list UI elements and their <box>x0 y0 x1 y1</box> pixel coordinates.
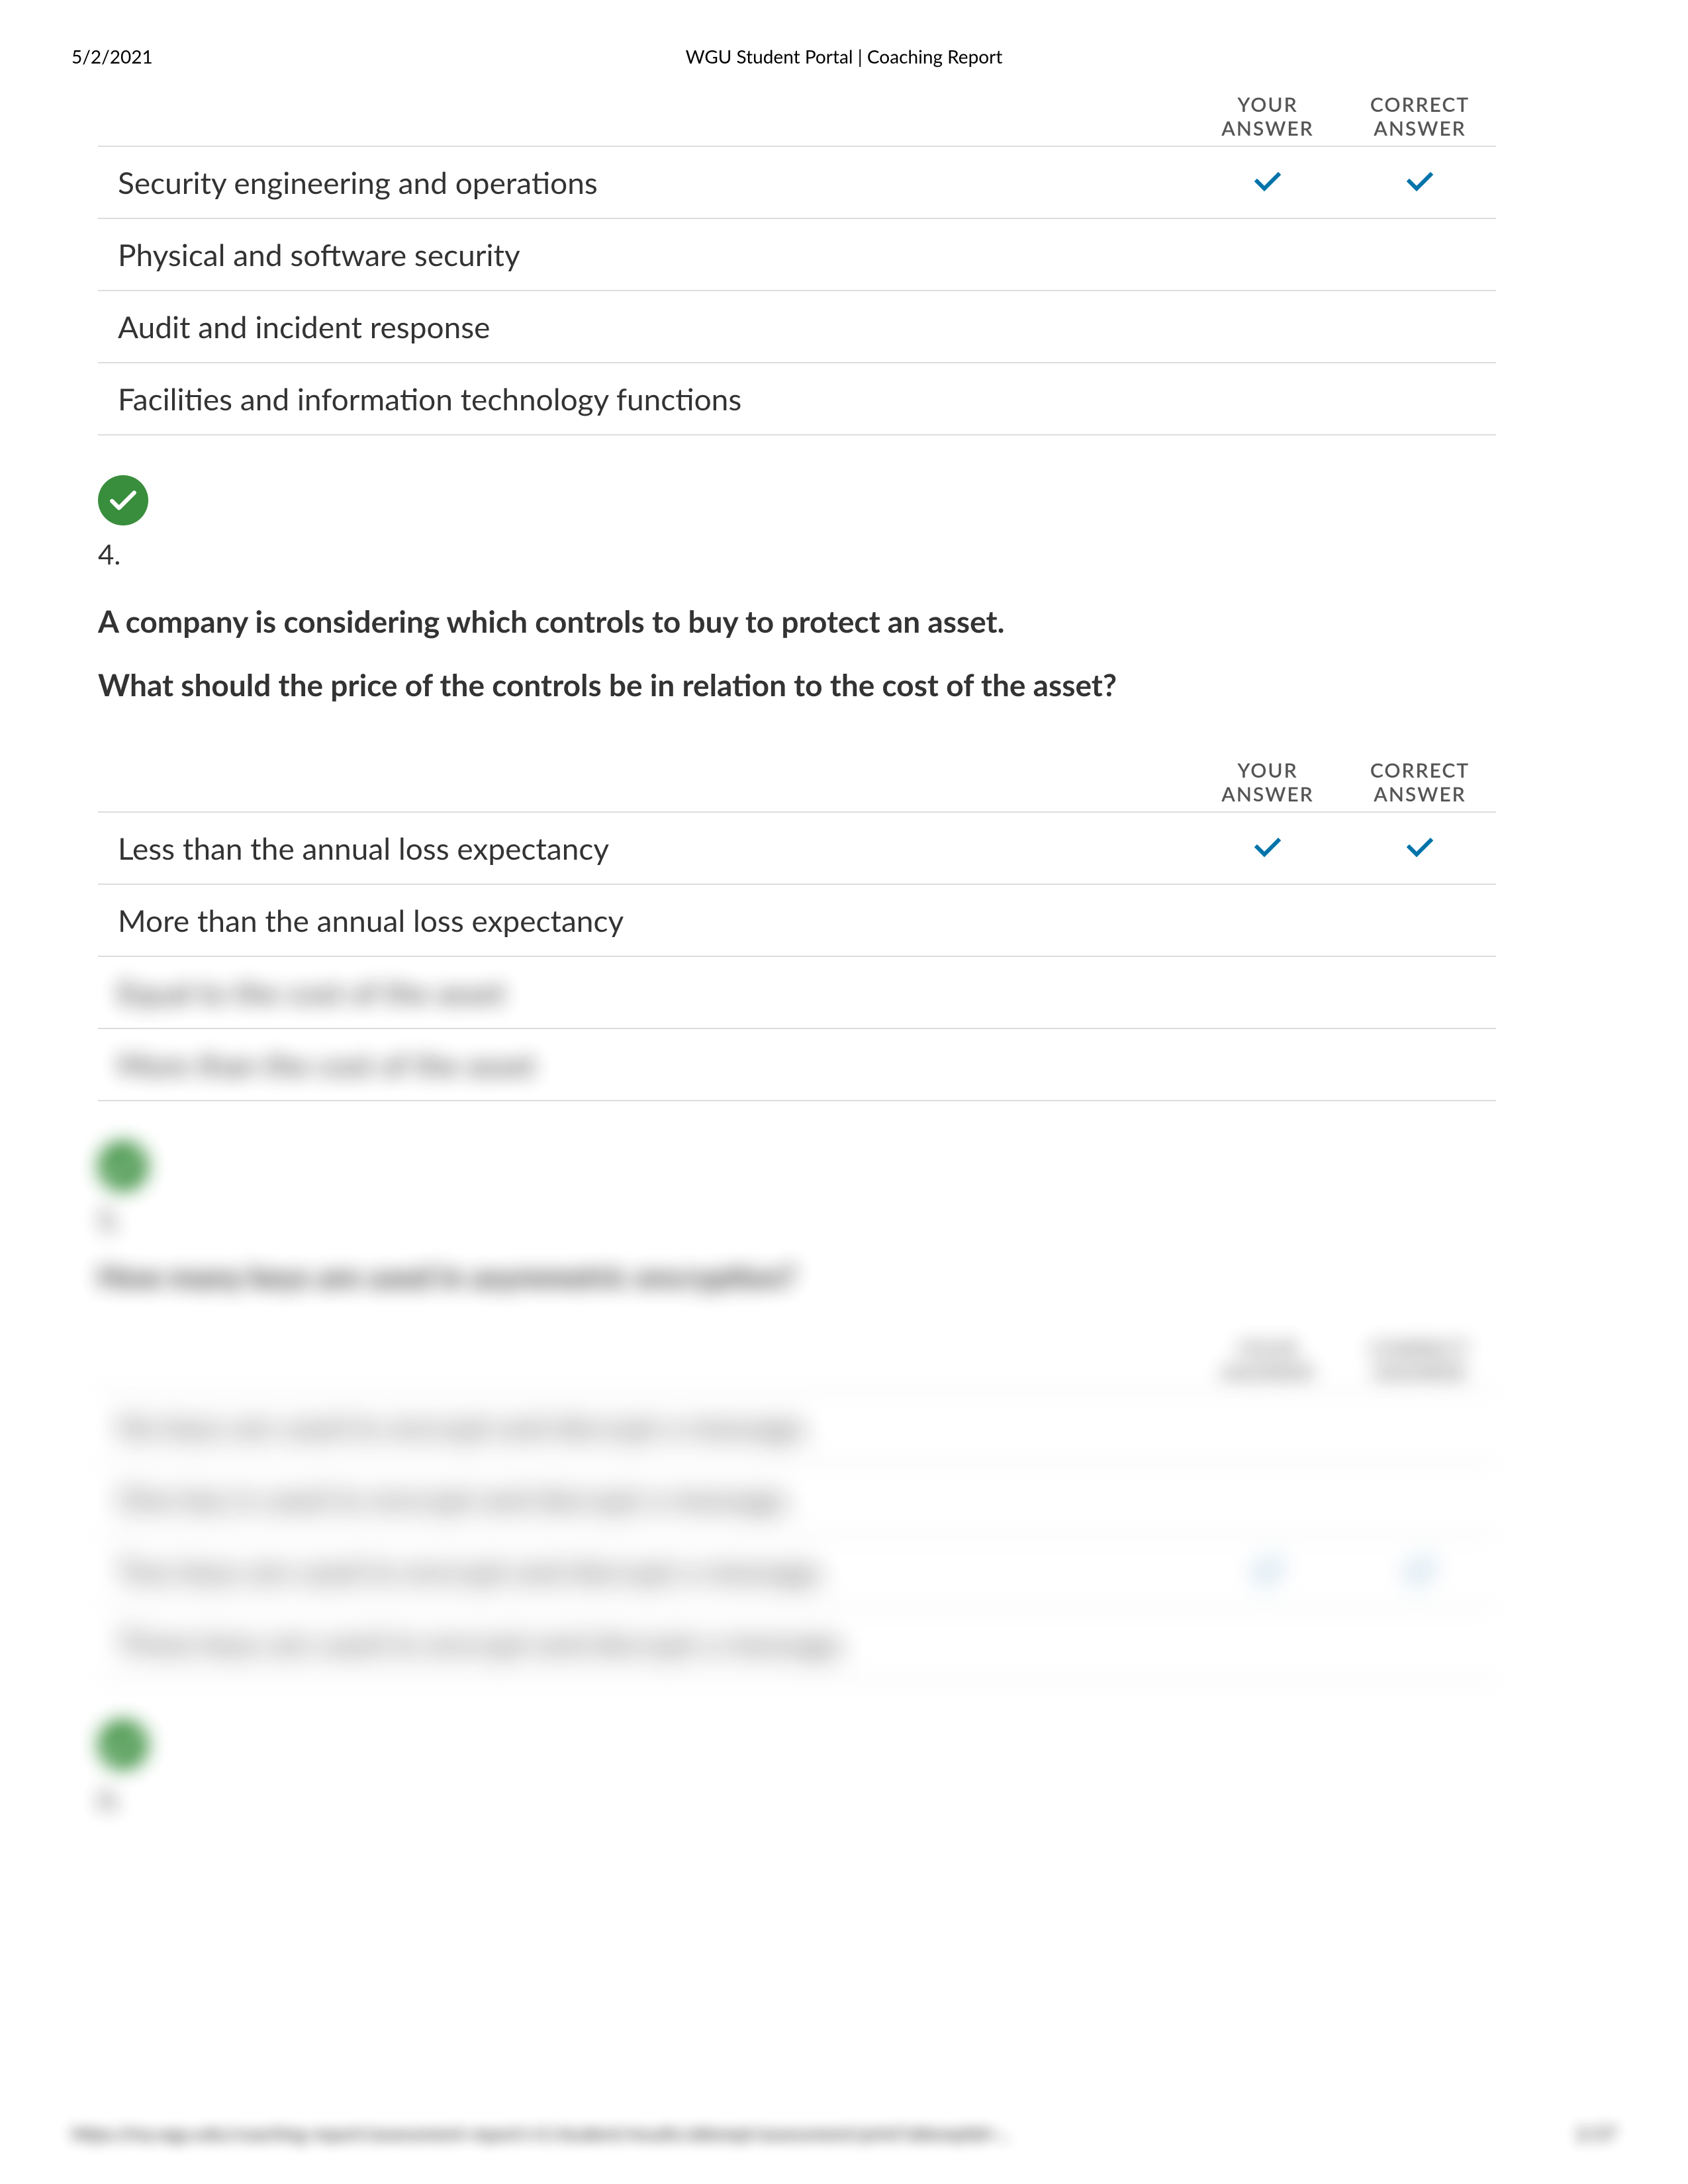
your-answer-mark <box>1192 1535 1344 1607</box>
question-4-stem-line-1: A company is considering which controls … <box>98 601 1496 642</box>
question-6-number: 6. <box>98 1770 1496 1815</box>
question-6-block: 6. <box>98 1680 1496 1815</box>
correct-answer-mark <box>1344 1028 1496 1101</box>
col-your-line-2: ANSWER <box>1221 116 1314 140</box>
correct-answer-mark <box>1344 1390 1496 1463</box>
q3-answer-table: YOUR ANSWER CORRECT ANSWER Security engi… <box>98 93 1496 435</box>
your-answer-mark <box>1192 812 1344 884</box>
question-4-stem: A company is considering which controls … <box>98 570 1496 758</box>
your-answer-mark <box>1192 218 1344 291</box>
col-your-line-1: YOUR <box>1237 93 1297 116</box>
option-text: No keys are used to encrypt and decrypt … <box>98 1390 1192 1463</box>
option-text: Two keys are used to encrypt and decrypt… <box>98 1535 1192 1607</box>
col-correct-header: CORRECT ANSWER <box>1344 758 1496 812</box>
correct-answer-mark <box>1344 1463 1496 1535</box>
your-answer-mark <box>1192 146 1344 218</box>
option-text: Physical and software security <box>98 218 1192 291</box>
col-your-line-1: YOUR <box>1237 758 1297 782</box>
col-your-header: YOUR ANSWER <box>1192 758 1344 812</box>
question-5-number: 5. <box>98 1191 1496 1236</box>
col-option-header <box>98 758 1192 812</box>
option-text: Facilities and information technology fu… <box>98 363 1192 435</box>
col-correct-line-2: ANSWER <box>1374 1361 1466 1385</box>
col-your-header: YOUR ANSWER <box>1192 1337 1344 1390</box>
table-row: Two keys are used to encrypt and decrypt… <box>98 1535 1496 1607</box>
option-text: Audit and incident response <box>98 291 1192 363</box>
question-5-stem: How many keys are used in asymmetric enc… <box>98 1236 1496 1337</box>
footer-page-number: 2/27 <box>1576 2122 1617 2144</box>
q4-answer-table: YOUR ANSWER CORRECT ANSWER Less than the… <box>98 758 1496 1101</box>
col-option-header <box>98 93 1192 146</box>
check-icon <box>1254 182 1281 195</box>
correct-badge-icon <box>98 1141 148 1191</box>
correct-answer-mark <box>1344 812 1496 884</box>
table-row: Three keys are used to encrypt and decry… <box>98 1607 1496 1679</box>
correct-answer-mark <box>1344 363 1496 435</box>
page-header: 5/2/2021 WGU Student Portal | Coaching R… <box>0 45 1688 71</box>
col-correct-line-2: ANSWER <box>1374 782 1466 806</box>
q5-answer-table: YOUR ANSWER CORRECT ANSWER No keys are u… <box>98 1337 1496 1680</box>
col-your-line-1: YOUR <box>1237 1337 1297 1361</box>
your-answer-mark <box>1192 884 1344 956</box>
header-title: WGU Student Portal | Coaching Report <box>686 45 1003 68</box>
col-correct-header: CORRECT ANSWER <box>1344 93 1496 146</box>
your-answer-mark <box>1192 1607 1344 1679</box>
check-icon <box>1407 182 1433 195</box>
your-answer-mark <box>1192 1028 1344 1101</box>
col-your-header: YOUR ANSWER <box>1192 93 1344 146</box>
option-text: Three keys are used to encrypt and decry… <box>98 1607 1192 1679</box>
correct-answer-mark <box>1344 884 1496 956</box>
col-correct-header: CORRECT ANSWER <box>1344 1337 1496 1390</box>
question-4-block: 4. A company is considering which contro… <box>98 435 1496 1101</box>
correct-answer-mark <box>1344 1607 1496 1679</box>
option-text: One key is used to encrypt and decrypt a… <box>98 1463 1192 1535</box>
correct-answer-mark <box>1344 218 1496 291</box>
correct-badge-icon <box>98 475 148 525</box>
col-correct-line-1: CORRECT <box>1370 758 1470 782</box>
question-4-stem-line-2: What should the price of the controls be… <box>98 664 1496 705</box>
option-text: Less than the annual loss expectancy <box>98 812 1192 884</box>
content-area: YOUR ANSWER CORRECT ANSWER Security engi… <box>98 93 1496 1815</box>
check-icon <box>1254 1570 1281 1583</box>
table-row: Audit and incident response <box>98 291 1496 363</box>
col-correct-line-1: CORRECT <box>1370 1337 1470 1361</box>
table-row: Equal to the cost of the asset <box>98 956 1496 1028</box>
option-text: More than the annual loss expectancy <box>98 884 1192 956</box>
check-icon <box>1407 1570 1433 1583</box>
your-answer-mark <box>1192 363 1344 435</box>
option-text: More than the cost of the asset <box>98 1028 1192 1101</box>
correct-answer-mark <box>1344 291 1496 363</box>
table-row: Less than the annual loss expectancy <box>98 812 1496 884</box>
your-answer-mark <box>1192 1463 1344 1535</box>
correct-badge-icon <box>98 1719 148 1770</box>
table-row: Security engineering and operations <box>98 146 1496 218</box>
col-your-line-2: ANSWER <box>1221 1361 1314 1385</box>
check-icon <box>1407 848 1433 860</box>
question-5-block: 5. How many keys are used in asymmetric … <box>98 1101 1496 1680</box>
table-row: No keys are used to encrypt and decrypt … <box>98 1390 1496 1463</box>
option-text: Security engineering and operations <box>98 146 1192 218</box>
check-icon <box>1254 848 1281 860</box>
col-option-header <box>98 1337 1192 1390</box>
table-row: Physical and software security <box>98 218 1496 291</box>
correct-answer-mark <box>1344 956 1496 1028</box>
table-row: More than the annual loss expectancy <box>98 884 1496 956</box>
table-row: One key is used to encrypt and decrypt a… <box>98 1463 1496 1535</box>
footer-url: https://my.wgu.edu/coaching-report/asses… <box>71 2122 1011 2144</box>
your-answer-mark <box>1192 291 1344 363</box>
correct-answer-mark <box>1344 1535 1496 1607</box>
col-your-line-2: ANSWER <box>1221 782 1314 806</box>
question-5-stem-line-1: How many keys are used in asymmetric enc… <box>98 1256 1496 1297</box>
correct-answer-mark <box>1344 146 1496 218</box>
col-correct-line-1: CORRECT <box>1370 93 1470 116</box>
option-text: Equal to the cost of the asset <box>98 956 1192 1028</box>
header-date: 5/2/2021 <box>71 45 153 68</box>
table-row: More than the cost of the asset <box>98 1028 1496 1101</box>
table-row: Facilities and information technology fu… <box>98 363 1496 435</box>
your-answer-mark <box>1192 956 1344 1028</box>
question-4-number: 4. <box>98 525 1496 570</box>
your-answer-mark <box>1192 1390 1344 1463</box>
col-correct-line-2: ANSWER <box>1374 116 1466 140</box>
